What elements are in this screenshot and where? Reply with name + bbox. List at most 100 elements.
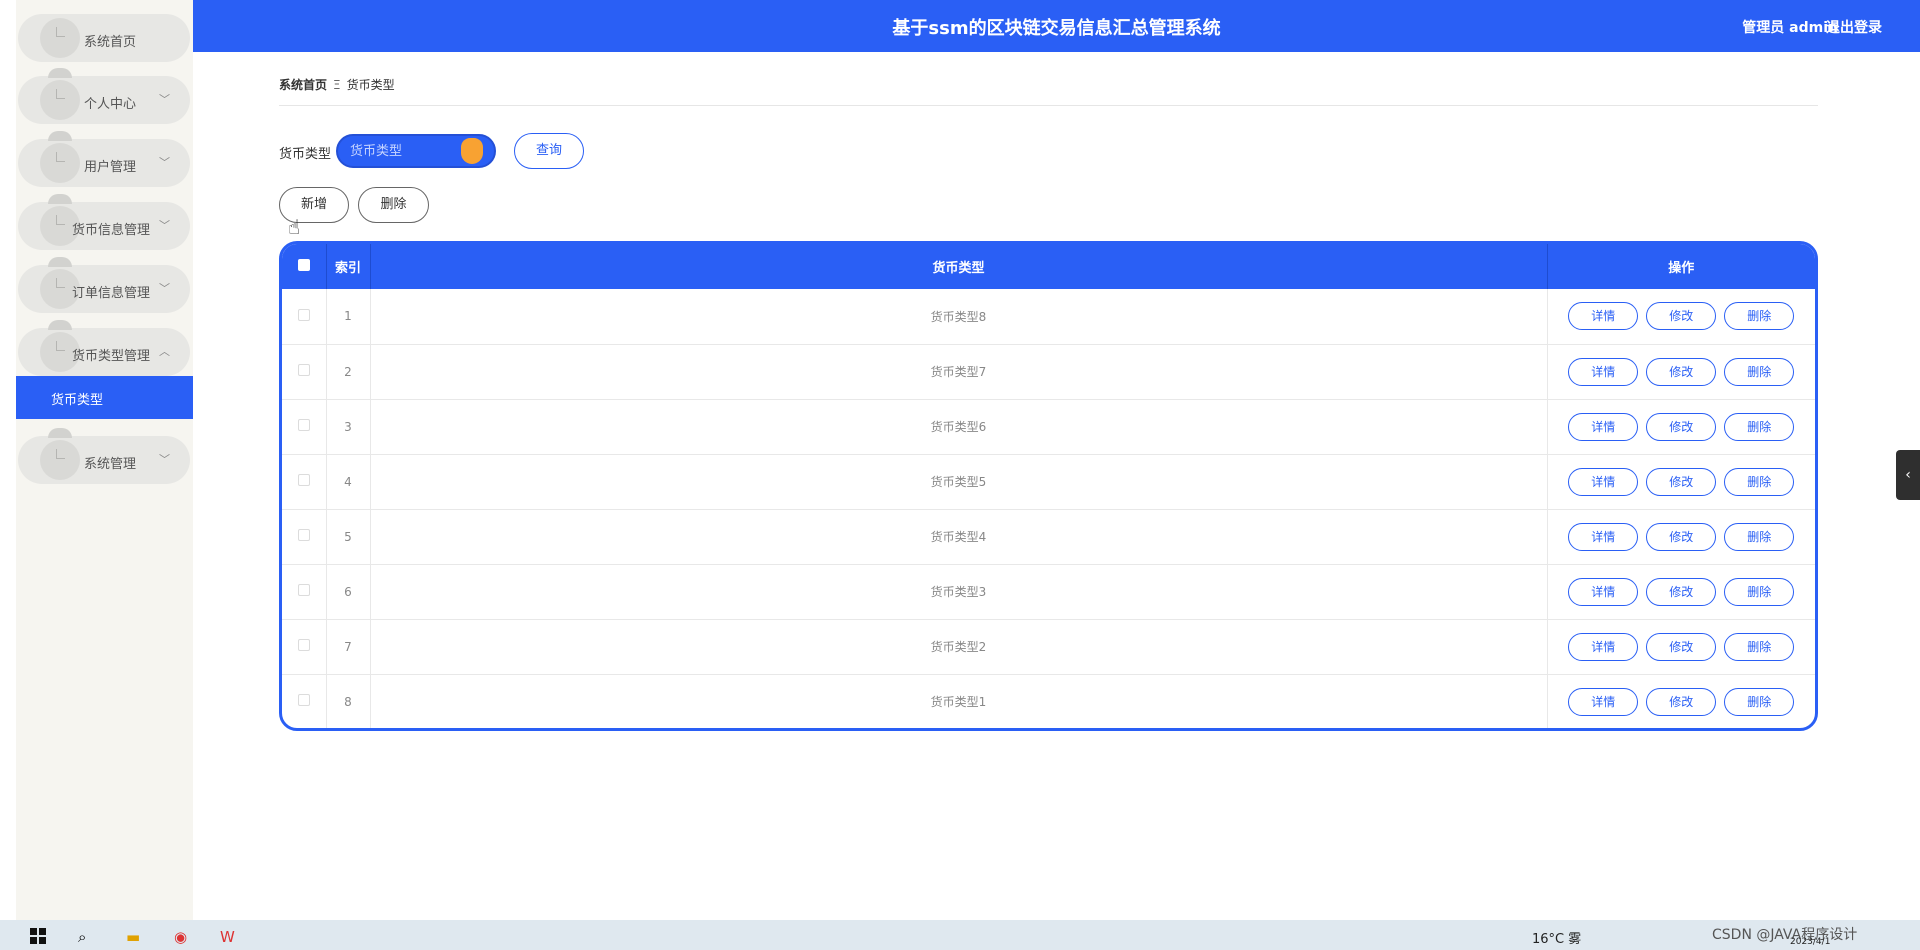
batch-delete-button[interactable]: 删除 bbox=[358, 187, 429, 223]
hand-cursor-icon: ☝ bbox=[288, 215, 301, 239]
row-currency-type: 货币类型2 bbox=[370, 619, 1548, 674]
windows-start-icon[interactable] bbox=[30, 928, 46, 944]
select-all-checkbox[interactable] bbox=[297, 258, 310, 271]
edit-button[interactable]: 修改 bbox=[1646, 302, 1717, 331]
detail-button[interactable]: 详情 bbox=[1568, 467, 1639, 496]
delete-button[interactable]: 删除 bbox=[1724, 357, 1795, 386]
detail-button[interactable]: 详情 bbox=[1568, 687, 1639, 716]
menu-bubble-top-icon bbox=[48, 428, 72, 438]
menu-bubble-top-icon bbox=[48, 257, 72, 267]
sidebar-item-profile[interactable]: 个人中心 ﹀ bbox=[18, 68, 190, 124]
input-decoration-icon bbox=[461, 138, 483, 164]
row-currency-type: 货币类型1 bbox=[370, 674, 1548, 728]
edit-button[interactable]: 修改 bbox=[1646, 522, 1717, 551]
sidebar-item-label: 订单信息管理 bbox=[72, 286, 151, 301]
edit-button[interactable]: 修改 bbox=[1646, 357, 1717, 386]
table-row: 1 货币类型8 详情 修改 删除 bbox=[282, 289, 1815, 344]
row-index: 5 bbox=[326, 509, 371, 564]
row-checkbox[interactable] bbox=[297, 364, 310, 376]
sidebar-item-label: 系统首页 bbox=[84, 35, 137, 50]
menu-bubble-top-icon bbox=[48, 194, 72, 204]
row-currency-type: 货币类型5 bbox=[370, 454, 1548, 509]
menu-bubble-icon bbox=[40, 18, 80, 58]
wps-icon[interactable]: W bbox=[220, 928, 235, 946]
delete-button[interactable]: 删除 bbox=[1724, 577, 1795, 606]
detail-button[interactable]: 详情 bbox=[1568, 632, 1639, 661]
detail-button[interactable]: 详情 bbox=[1568, 412, 1639, 441]
edit-button[interactable]: 修改 bbox=[1646, 577, 1717, 606]
row-checkbox[interactable] bbox=[297, 584, 310, 596]
column-header: 索引 bbox=[326, 244, 371, 289]
sidebar-item-currency-info[interactable]: 货币信息管理 ﹀ bbox=[18, 194, 190, 250]
chrome-icon[interactable]: ◉ bbox=[174, 928, 187, 946]
edit-button[interactable]: 修改 bbox=[1646, 632, 1717, 661]
row-checkbox[interactable] bbox=[297, 308, 310, 321]
row-checkbox[interactable] bbox=[297, 474, 310, 486]
os-taskbar: ⌕ ▬ ◉ W 16°C 雾 CSDN @JAVA程序设计 2023/4/1 bbox=[0, 920, 1920, 950]
detail-button[interactable]: 详情 bbox=[1568, 302, 1639, 331]
sidebar-item-label: 货币类型管理 bbox=[72, 349, 151, 364]
row-currency-type: 货币类型4 bbox=[370, 509, 1548, 564]
row-index: 7 bbox=[326, 619, 371, 674]
sidebar-item-currency-type[interactable]: 货币类型管理 ︿ bbox=[18, 320, 190, 376]
row-currency-type: 货币类型3 bbox=[370, 564, 1548, 619]
breadcrumb-home[interactable]: 系统首页 bbox=[279, 78, 327, 92]
panel-collapse-tab[interactable]: ‹ bbox=[1896, 450, 1920, 500]
row-currency-type: 货币类型7 bbox=[370, 344, 1548, 399]
sidebar-subitem-currency-type[interactable]: 货币类型 bbox=[16, 376, 193, 419]
detail-button[interactable]: 详情 bbox=[1568, 357, 1639, 386]
row-index: 8 bbox=[326, 674, 371, 728]
delete-button[interactable]: 删除 bbox=[1724, 632, 1795, 661]
column-header: 货币类型 bbox=[370, 244, 1548, 289]
weather-status: 16°C 雾 bbox=[1532, 932, 1582, 947]
data-table: 索引 货币类型 操作 1 货币类型8 详情 修改 删除 2 货币类型7 详情 修改 删除… bbox=[279, 241, 1818, 731]
row-checkbox[interactable] bbox=[297, 639, 310, 651]
edit-button[interactable]: 修改 bbox=[1646, 412, 1717, 441]
table-row: 2 货币类型7 详情 修改 删除 bbox=[282, 344, 1815, 399]
logout-link[interactable]: 退出登录 bbox=[1826, 17, 1882, 37]
table-header-row: 索引 货币类型 操作 bbox=[282, 244, 1815, 289]
detail-button[interactable]: 详情 bbox=[1568, 577, 1639, 606]
delete-button[interactable]: 删除 bbox=[1724, 412, 1795, 441]
chevron-down-icon: ﹀ bbox=[159, 453, 170, 466]
search-icon[interactable]: ⌕ bbox=[78, 928, 86, 946]
sidebar-item-label: 个人中心 bbox=[84, 97, 137, 112]
row-index: 2 bbox=[326, 344, 371, 399]
sidebar: 系统首页 个人中心 ﹀ 用户管理 ﹀ 货币信息管理 ﹀ 订单信息管理 ﹀ 货币类… bbox=[0, 0, 193, 920]
menu-bubble-icon bbox=[40, 143, 80, 183]
chevron-up-icon: ︿ bbox=[159, 345, 170, 358]
row-checkbox[interactable] bbox=[297, 694, 310, 706]
sidebar-item-label: 用户管理 bbox=[84, 160, 137, 175]
delete-button[interactable]: 删除 bbox=[1724, 687, 1795, 716]
row-index: 3 bbox=[326, 399, 371, 454]
menu-bubble-top-icon bbox=[48, 68, 72, 78]
sidebar-item-system[interactable]: 系统管理 ﹀ bbox=[18, 428, 190, 484]
menu-bubble-icon bbox=[40, 440, 80, 480]
column-header: 操作 bbox=[1668, 261, 1695, 276]
sidebar-item-home[interactable]: 系统首页 bbox=[18, 14, 190, 62]
query-button[interactable]: 查询 bbox=[514, 133, 584, 169]
sidebar-item-orders[interactable]: 订单信息管理 ﹀ bbox=[18, 257, 190, 313]
sidebar-item-users[interactable]: 用户管理 ﹀ bbox=[18, 131, 190, 187]
table-row: 5 货币类型4 详情 修改 删除 bbox=[282, 509, 1815, 564]
top-header: 基于ssm的区块链交易信息汇总管理系统 管理员 admin 退出登录 bbox=[193, 0, 1920, 52]
delete-button[interactable]: 删除 bbox=[1724, 302, 1795, 331]
delete-button[interactable]: 删除 bbox=[1724, 467, 1795, 496]
edit-button[interactable]: 修改 bbox=[1646, 467, 1717, 496]
row-checkbox[interactable] bbox=[297, 529, 310, 541]
chevron-down-icon: ﹀ bbox=[159, 219, 170, 232]
detail-button[interactable]: 详情 bbox=[1568, 522, 1639, 551]
row-index: 6 bbox=[326, 564, 371, 619]
delete-button[interactable]: 删除 bbox=[1724, 522, 1795, 551]
edit-button[interactable]: 修改 bbox=[1646, 687, 1717, 716]
breadcrumb: 系统首页 Ξ 货币类型 bbox=[279, 76, 1818, 106]
row-currency-type: 货币类型6 bbox=[370, 399, 1548, 454]
table-row: 8 货币类型1 详情 修改 删除 bbox=[282, 674, 1815, 728]
file-explorer-icon[interactable]: ▬ bbox=[126, 928, 140, 946]
row-index: 1 bbox=[326, 289, 371, 344]
chevron-left-icon: ‹ bbox=[1905, 467, 1911, 483]
chevron-down-icon: ﹀ bbox=[159, 282, 170, 295]
row-currency-type: 货币类型8 bbox=[370, 289, 1548, 344]
row-checkbox[interactable] bbox=[297, 419, 310, 431]
clock-date: 2023/4/1 bbox=[1790, 937, 1831, 947]
